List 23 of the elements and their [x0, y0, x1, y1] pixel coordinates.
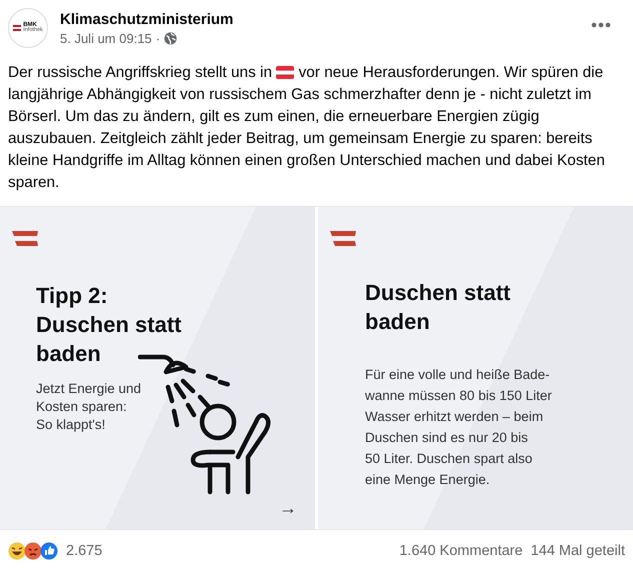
post-text: Der russische Angriffskrieg stellt uns in vor neue Herausforderungen. Wir spüren die langjährige Abhängigkeit von russischem Gas schmerzhafter denn je - nicht zuletzt im Börserl. Um das zu ändern, gilt es zum einen, die erneuerbare Energien zügig auszubauen. Zeitgleich zählt jeder Beitrag, um gemeinsam Energie zu sparen: bereits kleine Handgriffe im Alltag können einen großen Unterschied machen und dabei Kosten sparen.: [8, 63, 606, 193]
author-name[interactable]: Klimaschutzministerium: [60, 11, 234, 28]
next-arrow-icon[interactable]: →: [279, 499, 297, 517]
globe-icon: [164, 32, 178, 45]
card-title: Tipp 2: Duschen statt baden: [36, 282, 182, 368]
more-options-button[interactable]: [591, 22, 611, 28]
shares-count[interactable]: 144 Mal geteilt: [530, 543, 625, 559]
card-subtitle: Jetzt Energie und Kosten sparen: So klappt's!: [36, 380, 142, 434]
like-reaction-icon[interactable]: [40, 542, 58, 560]
flag-icon: [330, 231, 356, 246]
image-card[interactable]: Tipp 2: Duschen statt baden Jetzt Energie und Kosten sparen: So klappt's! →: [0, 207, 315, 529]
flag-icon: [276, 66, 294, 79]
separator: ·: [156, 31, 160, 46]
card-body-text: Für eine volle und heiße Bade- wanne müssen 80 bis 150 Liter Wasser erhitzt werden – beim Duschen sind es nur 20 bis 50 Liter. Duschen spart also eine Menge Energie.: [365, 366, 553, 489]
image-card[interactable]: Duschen statt baden Für eine volle und heiße Bade- wanne müssen 80 bis 150 Liter Wasser erhitzt werden – beim Duschen sind es nur 20 bis 50 Liter. Duschen spart also eine Menge Energie.: [318, 207, 633, 529]
laugh-reaction-icon[interactable]: [8, 542, 26, 560]
angry-reaction-icon[interactable]: [24, 542, 42, 560]
comments-count[interactable]: 1.640 Kommentare: [399, 543, 523, 559]
flag-icon: [13, 25, 22, 31]
flag-icon: [12, 231, 38, 246]
card-title: Duschen statt baden: [365, 279, 512, 336]
reaction-count[interactable]: 2.675: [66, 543, 102, 559]
post-date[interactable]: 5. Juli um 09:15: [60, 31, 152, 46]
